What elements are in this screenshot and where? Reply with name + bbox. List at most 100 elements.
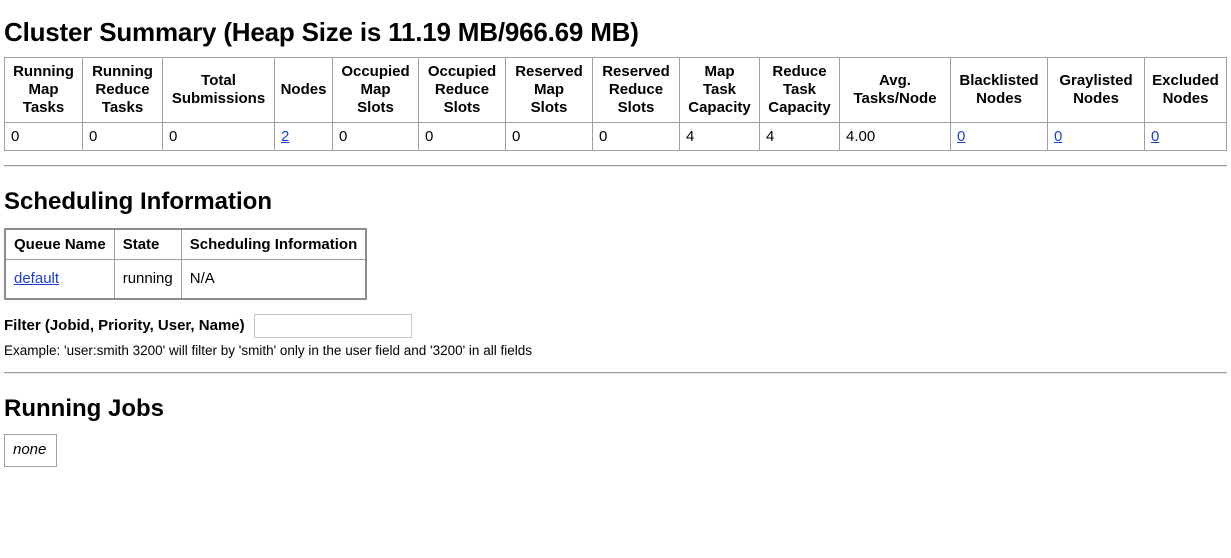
col-excluded-nodes: Excluded Nodes: [1145, 57, 1227, 123]
col-line: Map: [534, 81, 564, 98]
col-occupied-reduce-slots: Occupied Reduce Slots: [419, 57, 506, 123]
value-text: 4: [766, 128, 774, 145]
col-line: Occupied: [428, 63, 496, 80]
col-occupied-map-slots: Occupied Map Slots: [333, 57, 419, 123]
value-text: 4.00: [846, 128, 875, 145]
col-graylisted-nodes: Graylisted Nodes: [1048, 57, 1145, 123]
running-jobs-empty-cell: none: [5, 435, 57, 467]
jobtracker-page: Cluster Summary (Heap Size is 11.19 MB/9…: [0, 18, 1231, 467]
col-blacklisted-nodes: Blacklisted Nodes: [951, 57, 1048, 123]
value-text: 0: [599, 128, 607, 145]
col-line: Slots: [357, 99, 394, 116]
filter-example-text: Example: 'user:smith 3200' will filter b…: [4, 343, 1227, 358]
col-line: Reduce: [435, 81, 489, 98]
queue-name-link[interactable]: default: [14, 270, 59, 287]
col-line: Excluded: [1152, 72, 1219, 89]
section-divider-1: [4, 165, 1227, 167]
col-line: Reduce: [95, 81, 149, 98]
cell-occupied-reduce-slots: 0: [419, 123, 506, 151]
scheduling-information-table: Queue Name State Scheduling Information …: [4, 228, 367, 300]
cluster-summary-header-row: Running Map Tasks Running Reduce Tasks T…: [5, 57, 1227, 123]
col-line: Map: [29, 81, 59, 98]
cell-total-submissions: 0: [163, 123, 275, 151]
cell-state: running: [114, 259, 181, 299]
col-line: Task: [783, 81, 816, 98]
filter-input[interactable]: [254, 314, 412, 338]
col-line: Graylisted: [1059, 72, 1132, 89]
col-line: Avg.: [879, 72, 911, 89]
col-line: Running: [92, 63, 153, 80]
col-state: State: [114, 229, 181, 260]
section-divider-2: [4, 372, 1227, 374]
cell-running-reduce-tasks: 0: [83, 123, 163, 151]
value-text: 0: [169, 128, 177, 145]
col-reserved-map-slots: Reserved Map Slots: [506, 57, 593, 123]
cell-map-task-capacity: 4: [680, 123, 760, 151]
col-line: Total: [201, 72, 236, 89]
cell-running-map-tasks: 0: [5, 123, 83, 151]
table-row: default running N/A: [5, 259, 366, 299]
filter-label: Filter (Jobid, Priority, User, Name): [4, 317, 245, 334]
col-line: Nodes: [281, 81, 327, 98]
col-line: Occupied: [341, 63, 409, 80]
col-queue-name: Queue Name: [5, 229, 114, 260]
cell-scheduling-info: N/A: [181, 259, 366, 299]
running-jobs-heading: Running Jobs: [4, 396, 1227, 422]
value-text: 0: [425, 128, 433, 145]
col-line: Reserved: [602, 63, 670, 80]
cell-nodes: 2: [275, 123, 333, 151]
col-reserved-reduce-slots: Reserved Reduce Slots: [593, 57, 680, 123]
col-line: Tasks: [23, 99, 64, 116]
cell-excluded-nodes: 0: [1145, 123, 1227, 151]
cluster-summary-heading: Cluster Summary (Heap Size is 11.19 MB/9…: [4, 18, 1227, 47]
col-line: Task: [703, 81, 736, 98]
col-line: Nodes: [1163, 90, 1209, 107]
cluster-summary-table: Running Map Tasks Running Reduce Tasks T…: [4, 57, 1227, 152]
value-text: 0: [339, 128, 347, 145]
cell-avg-tasks-per-node: 4.00: [840, 123, 951, 151]
cell-graylisted-nodes: 0: [1048, 123, 1145, 151]
cell-blacklisted-nodes: 0: [951, 123, 1048, 151]
col-running-map-tasks: Running Map Tasks: [5, 57, 83, 123]
value-text: 4: [686, 128, 694, 145]
col-line: Running: [13, 63, 74, 80]
cell-queue-name: default: [5, 259, 114, 299]
col-line: Tasks/Node: [853, 90, 936, 107]
cluster-summary-value-row: 0 0 0 2 0 0 0: [5, 123, 1227, 151]
col-line: Reduce: [772, 63, 826, 80]
col-line: Slots: [618, 99, 655, 116]
col-line: Tasks: [102, 99, 143, 116]
graylisted-nodes-link[interactable]: 0: [1054, 128, 1062, 145]
filter-row: Filter (Jobid, Priority, User, Name): [4, 314, 1227, 338]
col-nodes: Nodes: [275, 57, 333, 123]
col-line: Submissions: [172, 90, 265, 107]
col-running-reduce-tasks: Running Reduce Tasks: [83, 57, 163, 123]
running-jobs-table: none: [4, 434, 57, 467]
nodes-link[interactable]: 2: [281, 128, 289, 145]
cell-reserved-map-slots: 0: [506, 123, 593, 151]
blacklisted-nodes-link[interactable]: 0: [957, 128, 965, 145]
value-text: 0: [11, 128, 19, 145]
scheduling-header-row: Queue Name State Scheduling Information: [5, 229, 366, 260]
col-total-submissions: Total Submissions: [163, 57, 275, 123]
col-line: Nodes: [1073, 90, 1119, 107]
col-line: Nodes: [976, 90, 1022, 107]
col-line: Slots: [531, 99, 568, 116]
cell-reserved-reduce-slots: 0: [593, 123, 680, 151]
col-line: Blacklisted: [959, 72, 1038, 89]
col-line: Reduce: [609, 81, 663, 98]
cell-occupied-map-slots: 0: [333, 123, 419, 151]
table-row: none: [5, 435, 57, 467]
cell-reduce-task-capacity: 4: [760, 123, 840, 151]
value-text: 0: [512, 128, 520, 145]
col-line: Capacity: [688, 99, 751, 116]
col-reduce-task-capacity: Reduce Task Capacity: [760, 57, 840, 123]
excluded-nodes-link[interactable]: 0: [1151, 128, 1159, 145]
col-line: Reserved: [515, 63, 583, 80]
col-line: Capacity: [768, 99, 831, 116]
col-line: Slots: [444, 99, 481, 116]
col-avg-tasks-per-node: Avg. Tasks/Node: [840, 57, 951, 123]
value-text: 0: [89, 128, 97, 145]
col-map-task-capacity: Map Task Capacity: [680, 57, 760, 123]
col-line: Map: [705, 63, 735, 80]
